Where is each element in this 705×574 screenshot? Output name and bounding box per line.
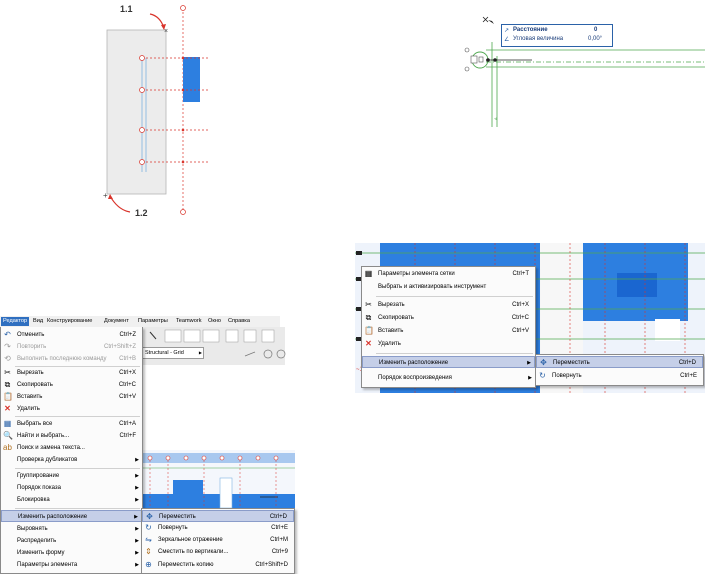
chevron-right-icon: ▶ <box>135 538 139 544</box>
edit-item-copy[interactable]: ⧉ Скопировать Ctrl+C <box>1 379 142 391</box>
ctx-item-playback-order[interactable]: Порядок воспроизведения ▶ <box>362 372 535 384</box>
edit-item-locking[interactable]: Блокировка ▶ <box>1 494 142 506</box>
move-submenu-right: ✥ Переместить Ctrl+D ↻ Повернуть Ctrl+E <box>535 354 704 386</box>
move-icon: ✥ <box>540 358 547 367</box>
structural-grid-dropdown[interactable]: Structural - Grid ▶ <box>142 347 204 359</box>
edit-item-display-order[interactable]: Порядок показа ▶ <box>1 482 142 494</box>
cut-icon: ✂ <box>4 368 11 377</box>
toolbar-icons <box>149 329 286 359</box>
submenu-item-move[interactable]: ✥ Переместить Ctrl+D <box>536 356 703 368</box>
submenu-item-move[interactable]: ✥ Переместить Ctrl+D <box>142 510 294 522</box>
move-icon: ✥ <box>146 512 153 521</box>
chevron-right-icon: ▶ <box>135 473 139 479</box>
delete-icon: ✕ <box>365 339 372 348</box>
edit-item-undo[interactable]: ↶ Отменить Ctrl+Z <box>1 329 142 341</box>
paste-icon: 📋 <box>364 326 374 335</box>
edit-item-check-duplicates[interactable]: Проверка дубликатов ▶ <box>1 454 142 466</box>
edit-item-cut[interactable]: ✂ Вырезать Ctrl+X <box>1 367 142 379</box>
ctx-item-select-tool[interactable]: Выбрать и активизировать инструмент <box>362 281 535 293</box>
menu-teamwork[interactable]: Teamwork <box>176 317 202 326</box>
edit-item-element-settings[interactable]: Параметры элемента ▶ <box>1 559 142 571</box>
edit-item-find-select[interactable]: 🔍 Найти и выбрать... Ctrl+F <box>1 430 142 442</box>
rotate-icon: ↻ <box>539 371 546 380</box>
cut-icon: ✂ <box>365 300 372 309</box>
edit-item-distribute[interactable]: Распределить ▶ <box>1 535 142 547</box>
chevron-right-icon: ▶ <box>198 350 202 355</box>
grid-drawing: × + <box>103 5 210 215</box>
menu-options[interactable]: Параметры <box>138 317 168 326</box>
chevron-right-icon: ▶ <box>528 375 532 381</box>
paste-icon: 📋 <box>3 392 13 401</box>
select-all-icon: ▦ <box>3 419 12 428</box>
elevate-icon: ⇕ <box>145 547 152 556</box>
repeat-icon: ⟲ <box>4 354 11 363</box>
edit-item-grouping[interactable]: Группирование ▶ <box>1 470 142 482</box>
ctx-item-grid-settings[interactable]: ▦ Параметры элемента сетки Ctrl+T <box>362 268 535 280</box>
figure-grid-move: A ↗ Расстояние 0 ∠ Угловая величина 0,00… <box>462 12 705 132</box>
ctx-item-paste[interactable]: 📋 Вставить Ctrl+V <box>362 325 535 337</box>
edit-item-change-position[interactable]: Изменить расположение ▶ <box>1 510 142 522</box>
move-copy-icon: ⊕ <box>145 560 152 569</box>
mirror-icon: ⇋ <box>145 535 152 544</box>
distance-icon: ↗ <box>504 28 510 34</box>
angle-value: 0,00° <box>588 36 603 42</box>
find-icon: 🔍 <box>3 431 13 440</box>
menu-edit[interactable]: Редактор <box>1 317 30 326</box>
chevron-right-icon: ▶ <box>135 497 139 503</box>
edit-item-find-replace[interactable]: ab Поиск и замена текста... <box>1 442 142 454</box>
rotate-icon: ↻ <box>145 523 152 532</box>
chevron-right-icon: ▶ <box>135 526 139 532</box>
edit-item-repeat[interactable]: ⟲ Выполнить последнюю команду Ctrl+B <box>1 353 142 365</box>
distance-tooltip: ↗ Расстояние 0 ∠ Угловая величина 0,00° <box>501 24 613 47</box>
chevron-right-icon: ▶ <box>134 514 138 520</box>
angle-label: Угловая величина <box>513 36 564 42</box>
chevron-right-icon: ▶ <box>135 562 139 568</box>
chevron-right-icon: ▶ <box>135 485 139 491</box>
angle-icon: ∠ <box>504 37 510 43</box>
menu-help[interactable]: Справка <box>228 317 250 326</box>
menu-view[interactable]: Вид <box>33 317 43 326</box>
ctx-item-copy[interactable]: ⧉ Скопировать Ctrl+C <box>362 312 535 324</box>
edit-menu: ↶ Отменить Ctrl+Z ↷ Повторить Ctrl+Shift… <box>0 327 143 574</box>
delete-icon: ✕ <box>4 404 11 413</box>
menu-window[interactable]: Окно <box>208 317 221 326</box>
edit-item-align[interactable]: Выровнять ▶ <box>1 523 142 535</box>
move-submenu-left: ✥ Переместить Ctrl+D ↻ Повернуть Ctrl+E … <box>141 508 295 574</box>
svg-text:A: A <box>493 117 498 120</box>
edit-item-redo[interactable]: ↷ Повторить Ctrl+Shift+Z <box>1 341 142 353</box>
callout-label-1-1: 1.1 <box>120 4 133 14</box>
menu-design[interactable]: Конструирование <box>47 317 92 326</box>
toolbar: Structural - Grid ▶ <box>140 327 286 365</box>
svg-text:+: + <box>103 191 108 200</box>
ctx-item-cut[interactable]: ✂ Вырезать Ctrl+X <box>362 299 535 311</box>
callout-label-1-2: 1.2 <box>135 208 148 218</box>
svg-text:×: × <box>164 28 168 35</box>
edit-item-select-all[interactable]: ▦ Выбрать все Ctrl+A <box>1 418 142 430</box>
copy-icon: ⧉ <box>365 313 372 322</box>
submenu-item-mirror[interactable]: ⇋ Зеркальное отражение Ctrl+M <box>142 534 294 546</box>
submenu-item-elevate[interactable]: ⇕ Сместить по вертикали... Ctrl+9 <box>142 546 294 558</box>
edit-item-delete[interactable]: ✕ Удалить <box>1 403 142 415</box>
figure-grid-element: × + 1.1 1.2 <box>100 0 210 225</box>
ctx-item-delete[interactable]: ✕ Удалить <box>362 338 535 350</box>
undo-icon: ↶ <box>4 330 11 339</box>
context-menu: ▦ Параметры элемента сетки Ctrl+T Выбрат… <box>361 266 536 388</box>
edit-item-reshape[interactable]: Изменить форму ▶ <box>1 547 142 559</box>
submenu-item-rotate[interactable]: ↻ Повернуть Ctrl+E <box>536 370 703 382</box>
distance-label: Расстояние <box>513 27 548 33</box>
submenu-item-rotate[interactable]: ↻ Повернуть Ctrl+E <box>142 522 294 534</box>
redo-icon: ↷ <box>4 342 11 351</box>
ctx-item-change-position[interactable]: Изменить расположение ▶ <box>362 356 535 368</box>
menu-document[interactable]: Документ <box>104 317 129 326</box>
copy-icon: ⧉ <box>4 380 11 389</box>
chevron-right-icon: ▶ <box>527 360 531 366</box>
submenu-item-move-copy[interactable]: ⊕ Переместить копию Ctrl+Shift+D <box>142 559 294 571</box>
chevron-right-icon: ▶ <box>135 457 139 463</box>
distance-value: 0 <box>594 27 598 33</box>
edit-item-paste[interactable]: 📋 Вставить Ctrl+V <box>1 391 142 403</box>
grid-settings-icon: ▦ <box>364 269 373 278</box>
chevron-right-icon: ▶ <box>135 550 139 556</box>
replace-icon: ab <box>3 443 12 452</box>
